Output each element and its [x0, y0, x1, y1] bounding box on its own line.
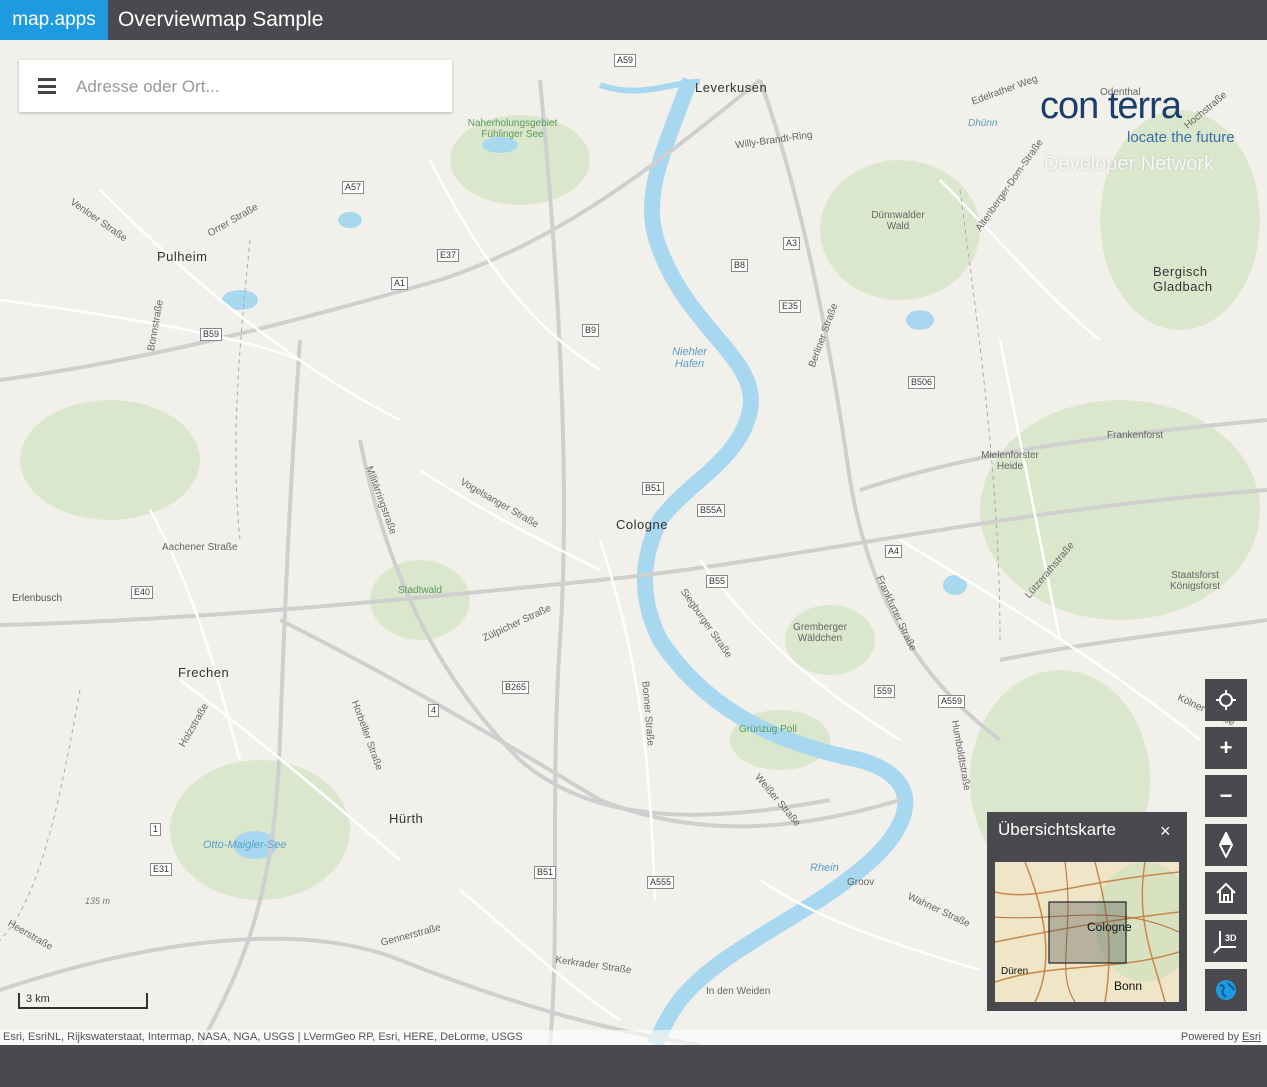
- map-label-niehler-hafen: Niehler Hafen: [672, 346, 707, 370]
- map-label-groov: Groov: [847, 877, 875, 888]
- overview-label-dueren: Düren: [1001, 966, 1029, 977]
- overview-map[interactable]: Cologne Düren Bonn: [995, 862, 1179, 1002]
- map-label-mielenforster-heide: Mielenforster Heide: [981, 450, 1039, 472]
- view-3d-button[interactable]: 3D: [1205, 920, 1247, 962]
- map-label-fuehlinger-see: Naherholungsgebiet Fühlinger See: [467, 118, 558, 140]
- map-label-dhuenn: Dhünn: [968, 118, 998, 129]
- esri-link[interactable]: Esri: [1242, 1031, 1261, 1043]
- overview-title: Übersichtskarte: [998, 820, 1117, 839]
- locate-button[interactable]: [1205, 679, 1247, 721]
- overview-label-cologne: Cologne: [1087, 920, 1132, 934]
- compass-icon: [1219, 832, 1233, 858]
- powered-prefix: Powered by: [1180, 1031, 1239, 1043]
- compass-button[interactable]: [1205, 824, 1247, 866]
- map-view[interactable]: Leverkusen Pulheim Cologne Frechen Hürth…: [0, 40, 1267, 1045]
- overview-label-bonn: Bonn: [1114, 979, 1143, 993]
- bottom-bar: [0, 1045, 1267, 1087]
- road-shield: B51: [642, 482, 665, 495]
- map-label-leverkusen: Leverkusen: [695, 80, 768, 95]
- map-label-koenigsforst: Staatsforst Königsforst: [1169, 570, 1221, 592]
- road-shield: B55: [706, 575, 729, 588]
- zoom-out-button[interactable]: −: [1205, 775, 1247, 817]
- map-label-duennwalder-wald: Dünnwalder Wald: [871, 210, 925, 232]
- road-shield: B55A: [697, 504, 726, 517]
- search-input[interactable]: [74, 70, 438, 104]
- map-label-gremberger-waeldchen: Gremberger Wäldchen: [793, 622, 847, 644]
- road-shield: 1: [150, 823, 162, 836]
- road-shield: A4: [885, 545, 903, 558]
- overview-map-panel: Übersichtskarte × Cologne Düren Bonn: [987, 812, 1187, 1011]
- road-shield: B9: [582, 324, 600, 337]
- logo-tagline: locate the future: [1127, 129, 1235, 146]
- attribution-text: Esri, EsriNL, Rijkswaterstaat, Intermap,…: [3, 1031, 523, 1043]
- road-shield: B59: [200, 328, 223, 341]
- zoom-in-button[interactable]: +: [1205, 727, 1247, 769]
- map-label-stadtwald: Stadtwald: [398, 585, 442, 596]
- road-shield: E37: [437, 249, 460, 262]
- app-brand[interactable]: map.apps: [0, 0, 108, 40]
- road-shield: A3: [783, 237, 801, 250]
- globe-icon: [1216, 980, 1236, 1000]
- map-label-street: Aachener Straße: [162, 542, 238, 553]
- menu-icon[interactable]: [38, 78, 56, 94]
- scale-bar: 3 km: [18, 993, 148, 1009]
- attribution-bar: Esri, EsriNL, Rijkswaterstaat, Intermap,…: [0, 1030, 1267, 1045]
- map-label-frechen: Frechen: [178, 665, 230, 680]
- road-shield: E40: [131, 586, 154, 599]
- home-icon: [1216, 882, 1236, 903]
- road-shield: A559: [938, 695, 966, 708]
- overview-toggle-button[interactable]: [1205, 969, 1247, 1011]
- map-label-in-den-weiden: In den Weiden: [706, 986, 771, 997]
- road-shield: 559: [874, 685, 896, 698]
- conterra-logo: con terra locate the future Developer Ne…: [1040, 85, 1250, 175]
- scale-label: 3 km: [26, 993, 50, 1005]
- map-label-erlenbusch: Erlenbusch: [12, 593, 63, 604]
- home-button[interactable]: [1205, 872, 1247, 914]
- road-shield: A1: [391, 277, 409, 290]
- powered-by: Powered by Esri: [1181, 1031, 1261, 1043]
- road-shield: B506: [908, 376, 936, 389]
- search-bar: [19, 60, 452, 112]
- map-label-otto-maigler-see: Otto-Maigler-See: [203, 839, 287, 851]
- road-shield: E35: [779, 300, 802, 313]
- crosshair-icon: [1216, 690, 1236, 710]
- road-shield: B265: [502, 681, 530, 694]
- logo-wordmark: con terra: [1040, 85, 1182, 127]
- map-label-rhein: Rhein: [810, 862, 839, 874]
- view-3d-label: 3D: [1225, 933, 1237, 943]
- map-label-bergisch-gladbach: Bergisch Gladbach: [1153, 264, 1213, 294]
- road-shield: A555: [647, 876, 675, 889]
- road-shield: A59: [614, 54, 637, 67]
- road-shield: B8: [731, 259, 749, 272]
- elevation-label: 135 m: [85, 896, 111, 906]
- logo-subtitle: Developer Network: [1044, 153, 1215, 175]
- road-shield: 4: [428, 704, 440, 717]
- map-label-huerth: Hürth: [389, 811, 424, 826]
- top-bar: map.apps Overviewmap Sample: [0, 0, 1267, 40]
- map-label-pulheim: Pulheim: [157, 249, 208, 264]
- road-shield: A57: [342, 181, 365, 194]
- map-label-gruenzug-poll: Grünzug Poll: [739, 724, 797, 735]
- 3d-view-icon: 3D: [1213, 931, 1237, 954]
- app-title: Overviewmap Sample: [118, 8, 324, 31]
- road-shield: E31: [150, 863, 173, 876]
- map-label-frankenforst: Frankenforst: [1107, 430, 1164, 441]
- road-shield: B51: [534, 866, 557, 879]
- close-icon[interactable]: ×: [1160, 821, 1171, 842]
- map-label-cologne: Cologne: [616, 517, 668, 532]
